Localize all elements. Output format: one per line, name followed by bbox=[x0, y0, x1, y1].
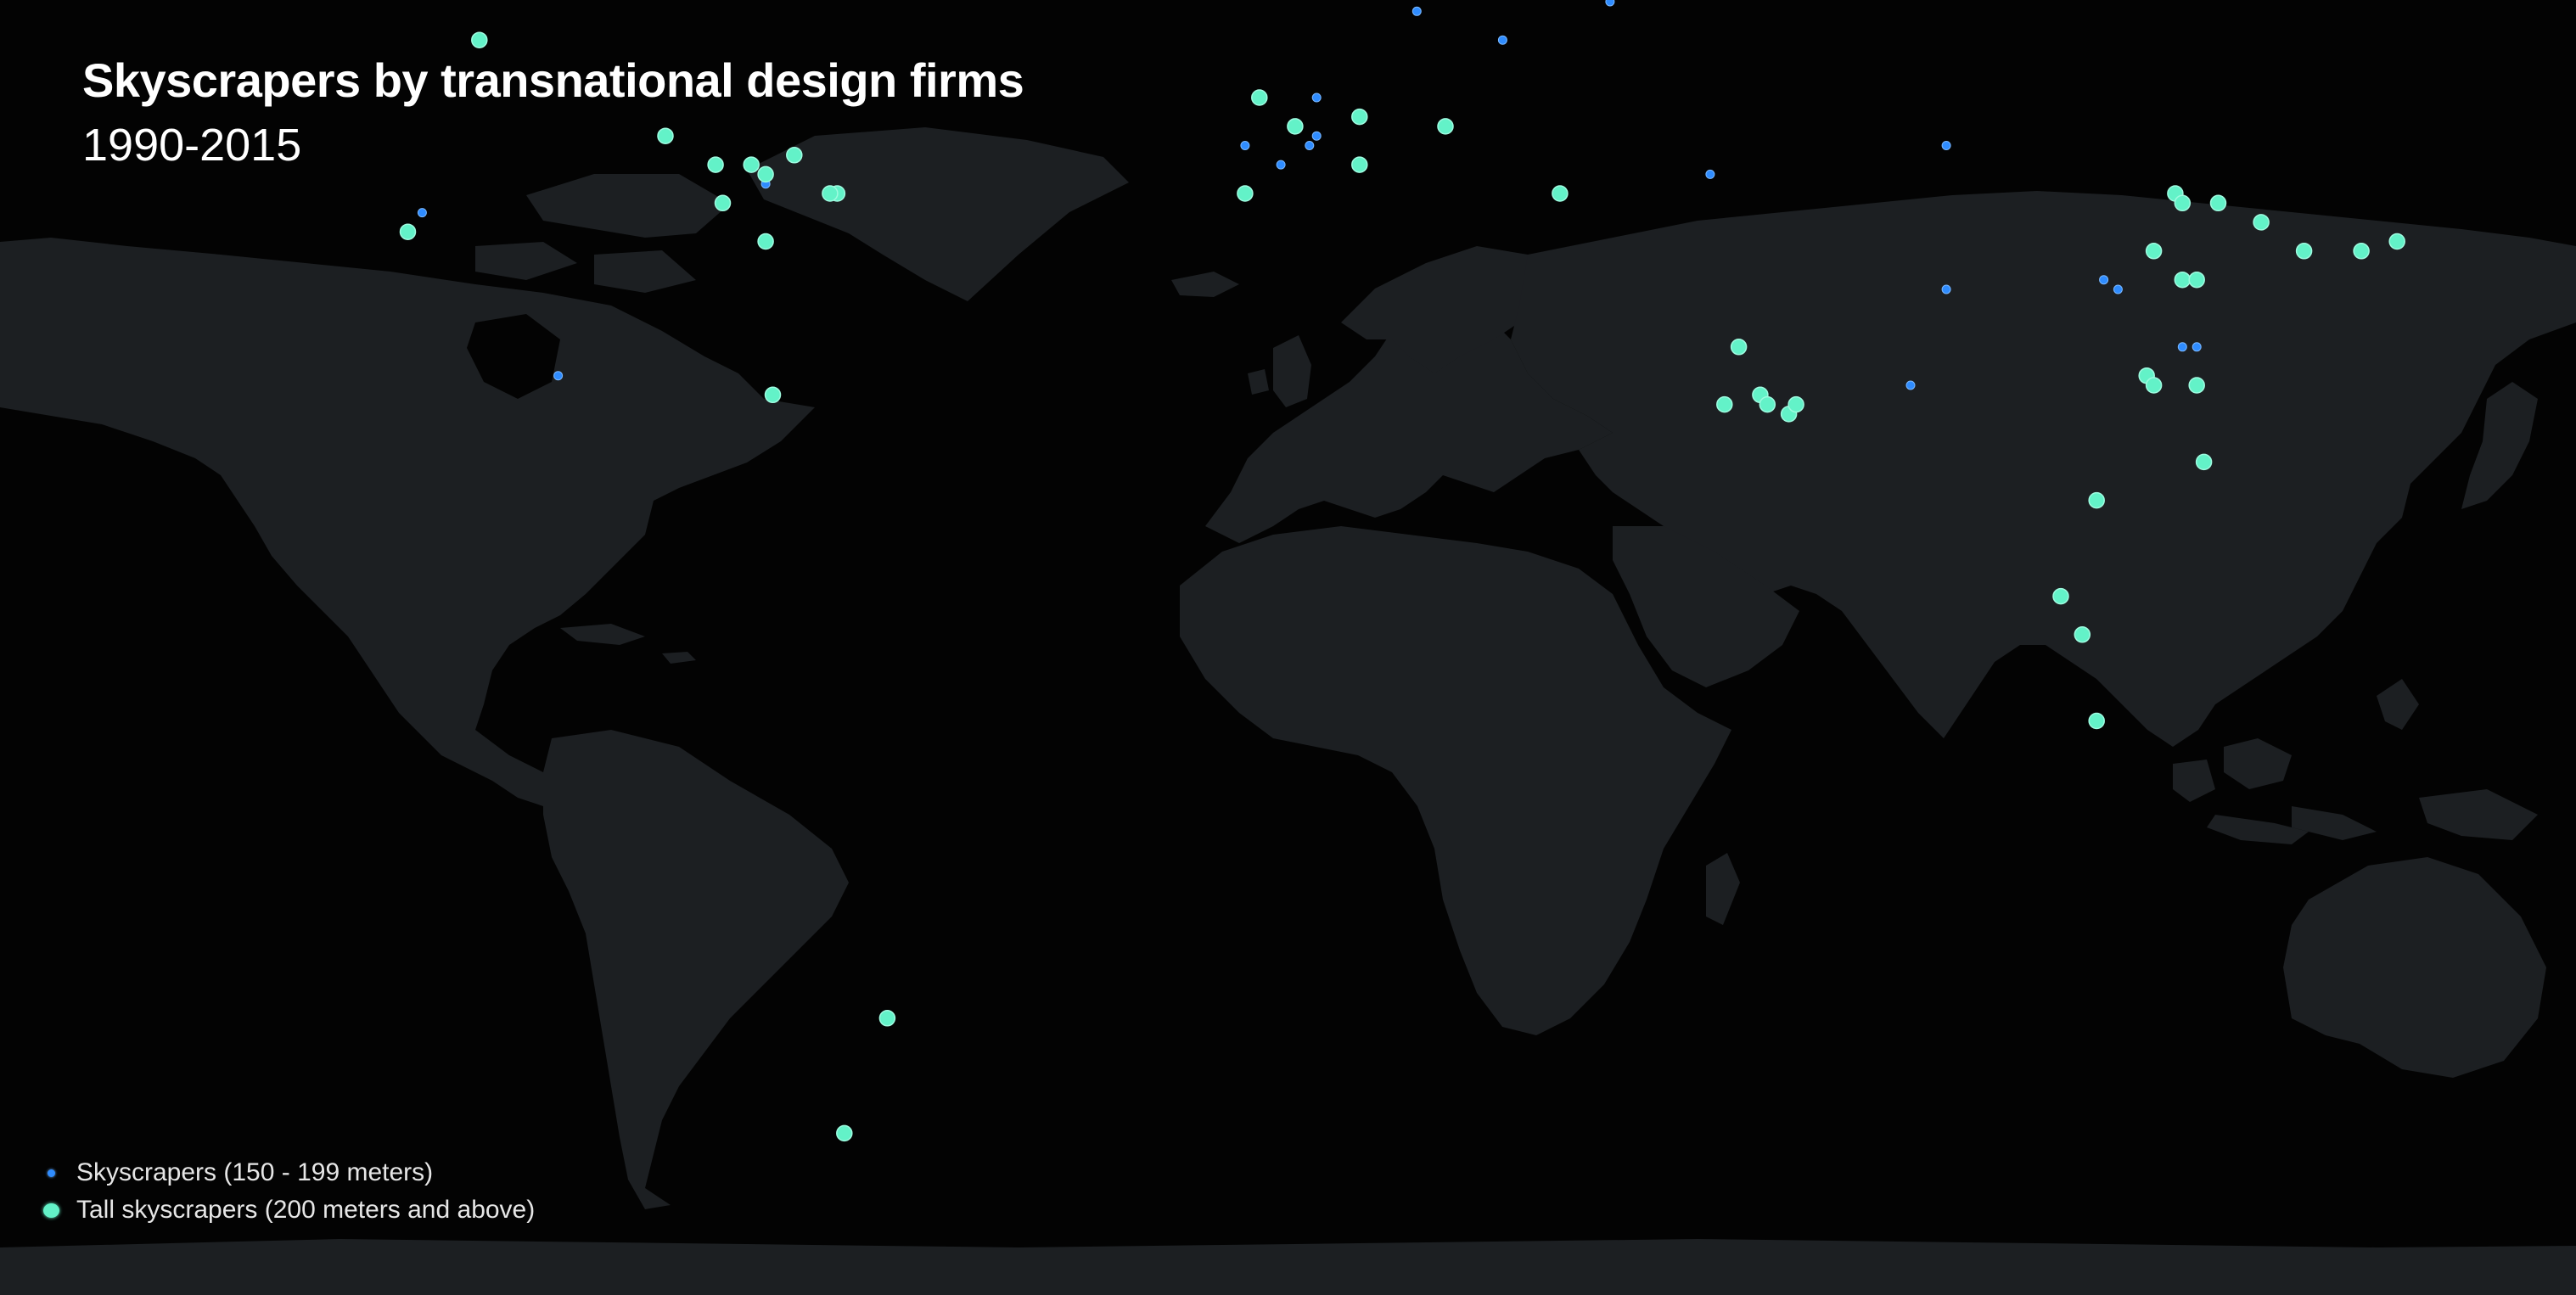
tall-skyscraper-marker-5 bbox=[757, 165, 774, 183]
small-skyscraper-marker-8 bbox=[1305, 141, 1315, 150]
small-skyscraper-marker-10 bbox=[1276, 160, 1286, 170]
tall-skyscraper-marker-22 bbox=[1759, 395, 1776, 413]
land-british-isles bbox=[1248, 335, 1311, 407]
small-skyscraper-marker-5 bbox=[1605, 0, 1615, 7]
tall-skyscraper-marker-16 bbox=[1437, 118, 1454, 135]
land-arctic-islands bbox=[475, 174, 730, 293]
land-greenland bbox=[747, 127, 1129, 301]
small-skyscraper-marker-16 bbox=[2113, 284, 2123, 294]
tall-skyscraper-marker-13 bbox=[1287, 118, 1304, 135]
tall-skyscraper-marker-30 bbox=[2188, 271, 2205, 289]
tall-skyscraper-marker-43 bbox=[878, 1010, 896, 1027]
tall-skyscraper-marker-26 bbox=[2174, 194, 2192, 212]
tall-skyscraper-marker-10 bbox=[822, 185, 839, 202]
legend-item-small: Skyscrapers (150 - 199 meters) bbox=[25, 1156, 535, 1190]
tall-skyscraper-marker-8 bbox=[757, 233, 774, 250]
tall-skyscraper-marker-7 bbox=[714, 194, 732, 212]
tall-skyscraper-marker-17 bbox=[1237, 185, 1254, 202]
tall-skyscraper-marker-32 bbox=[2295, 243, 2313, 260]
tall-skyscraper-marker-icon bbox=[42, 1202, 59, 1218]
small-skyscraper-marker-18 bbox=[2192, 342, 2202, 352]
land-masses bbox=[0, 127, 2576, 1295]
small-skyscraper-marker-11 bbox=[1705, 169, 1715, 179]
tall-skyscraper-marker-44 bbox=[836, 1124, 853, 1142]
small-skyscraper-marker-7 bbox=[1311, 131, 1322, 141]
tall-skyscraper-marker-28 bbox=[2145, 243, 2163, 260]
land-madagascar bbox=[1706, 853, 1740, 925]
tall-skyscraper-marker-15 bbox=[1351, 156, 1368, 173]
land-iceland bbox=[1171, 272, 1239, 297]
map-subtitle: 1990-2015 bbox=[82, 120, 302, 171]
tall-skyscraper-marker-29 bbox=[2174, 271, 2192, 289]
tall-skyscraper-marker-41 bbox=[2074, 626, 2091, 643]
legend-label-large: Tall skyscrapers (200 meters and above) bbox=[76, 1196, 536, 1224]
tall-skyscraper-marker-14 bbox=[1351, 108, 1368, 126]
small-skyscraper-marker-4 bbox=[1497, 35, 1507, 45]
tall-skyscraper-marker-1 bbox=[399, 223, 417, 240]
land-australia bbox=[2283, 857, 2546, 1078]
legend-label-small: Skyscrapers (150 - 199 meters) bbox=[76, 1158, 434, 1186]
small-skyscraper-marker-icon bbox=[47, 1169, 55, 1177]
small-skyscraper-marker-13 bbox=[1941, 284, 1951, 294]
legend-item-large: Tall skyscrapers (200 meters and above) bbox=[25, 1193, 535, 1227]
tall-skyscraper-marker-12 bbox=[1251, 89, 1268, 106]
world-map bbox=[0, 0, 2576, 1295]
small-skyscraper-marker-12 bbox=[1941, 141, 1951, 150]
map-title: Skyscrapers by transnational design firm… bbox=[82, 53, 1024, 107]
small-skyscraper-marker-0 bbox=[417, 208, 427, 218]
tall-skyscraper-marker-6 bbox=[786, 147, 803, 164]
land-new-guinea bbox=[2419, 789, 2538, 840]
tall-skyscraper-marker-19 bbox=[1730, 339, 1748, 356]
small-skyscraper-marker-3 bbox=[1411, 6, 1422, 16]
tall-skyscraper-marker-24 bbox=[1787, 395, 1804, 413]
tall-skyscraper-marker-34 bbox=[2388, 233, 2405, 250]
tall-skyscraper-marker-33 bbox=[2353, 243, 2370, 260]
tall-skyscraper-marker-2 bbox=[657, 127, 674, 144]
land-north-america bbox=[0, 238, 815, 806]
tall-skyscraper-marker-38 bbox=[2195, 453, 2213, 471]
small-skyscraper-marker-6 bbox=[1311, 92, 1322, 103]
tall-skyscraper-marker-18 bbox=[1552, 185, 1569, 202]
tall-skyscraper-marker-3 bbox=[707, 156, 724, 173]
tall-skyscraper-marker-37 bbox=[2188, 377, 2205, 394]
small-skyscraper-marker-9 bbox=[1240, 141, 1250, 150]
tall-skyscraper-marker-27 bbox=[2209, 194, 2227, 212]
map-stage: Skyscrapers by transnational design firm… bbox=[0, 0, 2576, 1295]
land-caribbean bbox=[560, 624, 696, 664]
tall-skyscraper-marker-11 bbox=[764, 386, 782, 404]
tall-skyscraper-marker-42 bbox=[2088, 712, 2105, 730]
tall-skyscraper-marker-4 bbox=[743, 156, 760, 173]
tall-skyscraper-marker-36 bbox=[2145, 377, 2163, 394]
small-skyscraper-marker-1 bbox=[553, 371, 564, 381]
tall-skyscraper-marker-40 bbox=[2052, 587, 2069, 605]
tall-skyscraper-marker-0 bbox=[471, 31, 488, 48]
tall-skyscraper-marker-39 bbox=[2088, 491, 2105, 509]
tall-skyscraper-marker-20 bbox=[1716, 395, 1733, 413]
land-south-america bbox=[543, 730, 849, 1209]
small-skyscraper-marker-17 bbox=[2177, 342, 2187, 352]
small-skyscraper-marker-14 bbox=[1905, 380, 1916, 390]
legend: Skyscrapers (150 - 199 meters) Tall skys… bbox=[25, 1156, 535, 1231]
small-skyscraper-marker-15 bbox=[2099, 275, 2109, 285]
tall-skyscraper-marker-31 bbox=[2253, 214, 2270, 231]
land-antarctica bbox=[0, 1239, 2576, 1295]
